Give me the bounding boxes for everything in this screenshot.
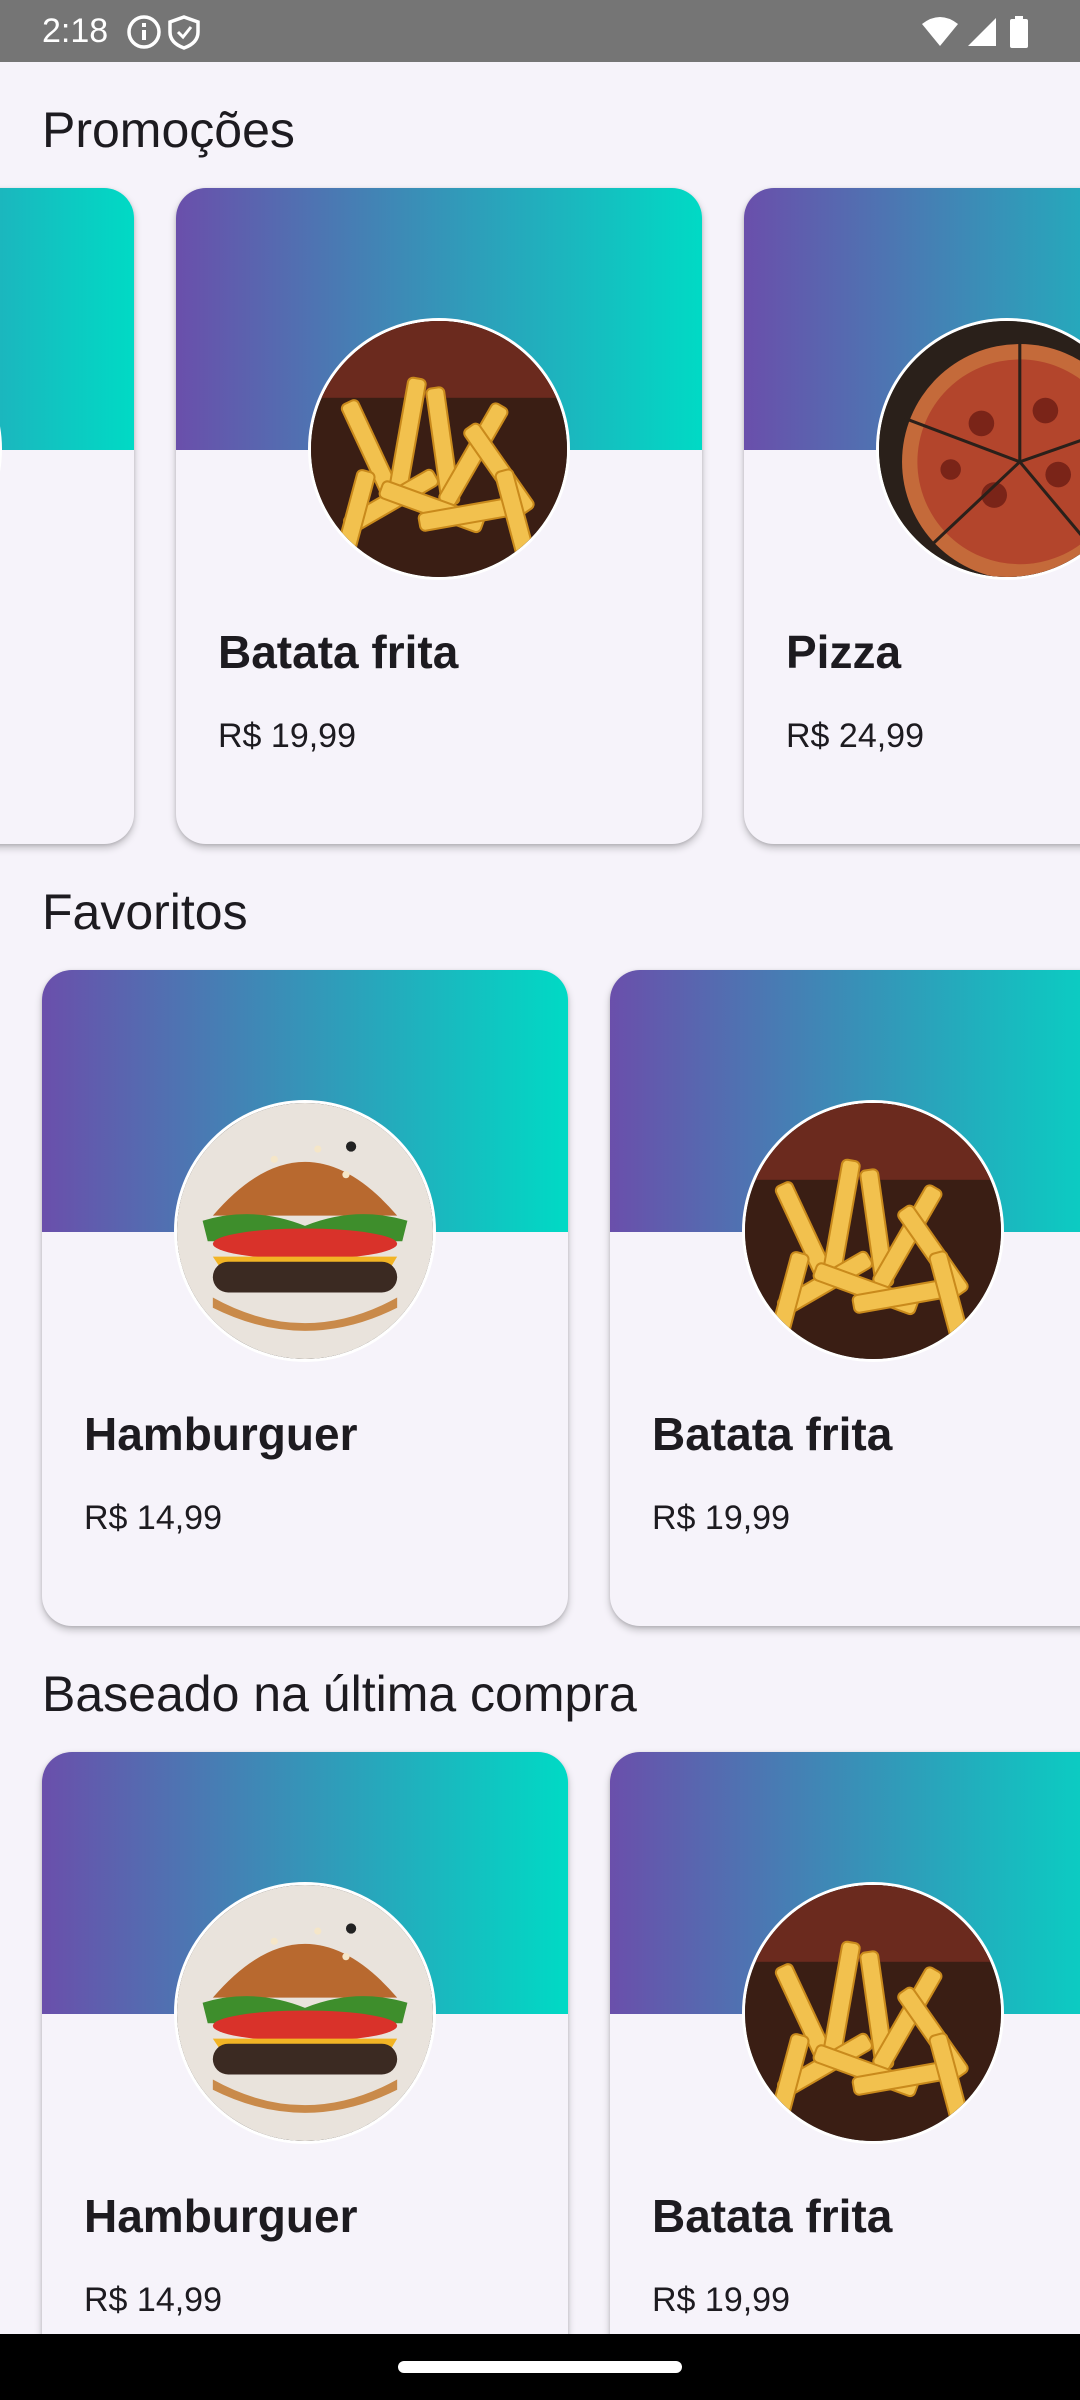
carousel-ultima-compra[interactable]: Hamburguer R$ 14,99 Batata frita R$ 19,9… — [0, 1752, 1080, 2334]
food-name: Batata frita — [218, 626, 459, 678]
food-name: Hamburguer — [84, 2190, 358, 2242]
food-photo-fries — [742, 1100, 1004, 1362]
food-name: Pizza — [786, 626, 902, 678]
status-icons-right — [920, 14, 1040, 55]
food-card[interactable]: Batata frita R$ 19,99 — [176, 188, 702, 844]
section-favoritos: Favoritos Hamburguer R$ 14,99 Batata fri… — [0, 844, 1080, 1626]
section-title: Baseado na última compra — [42, 1666, 637, 1722]
food-photo-burger — [174, 1882, 436, 2144]
food-name: Batata frita — [652, 2190, 893, 2242]
food-price: R$ 24,99 — [786, 717, 924, 755]
food-photo-fries — [742, 1882, 1004, 2144]
section-promocoes: Promoções Batata frita R$ 19,99 Pizza R$… — [0, 62, 1080, 844]
section-title: Favoritos — [42, 884, 248, 940]
food-price: R$ 19,99 — [652, 2281, 790, 2319]
food-card[interactable]: Hamburguer R$ 14,99 — [42, 1752, 568, 2334]
home-scroll[interactable]: Promoções Batata frita R$ 19,99 Pizza R$… — [0, 62, 1080, 2334]
wifi-icon — [922, 17, 958, 46]
food-card[interactable]: Batata frita R$ 19,99 — [610, 970, 1080, 1626]
info-icon — [127, 15, 161, 49]
food-photo-burger — [174, 1100, 436, 1362]
food-price: R$ 19,99 — [652, 1499, 790, 1537]
food-name: Batata frita — [652, 1408, 893, 1460]
carousel-favoritos[interactable]: Hamburguer R$ 14,99 Batata frita R$ 19,9… — [0, 970, 1080, 1626]
food-card[interactable]: Batata frita R$ 19,99 — [610, 1752, 1080, 2334]
home-gesture-handle[interactable] — [398, 2361, 682, 2373]
carousel-promocoes[interactable]: Batata frita R$ 19,99 Pizza R$ 24,99 — [0, 188, 1080, 844]
food-price: R$ 14,99 — [84, 2281, 222, 2319]
food-photo-fries — [308, 318, 570, 580]
food-card[interactable]: Hamburguer R$ 14,99 — [42, 970, 568, 1626]
battery-icon — [1010, 16, 1028, 48]
food-price: R$ 14,99 — [84, 1499, 222, 1537]
section-title: Promoções — [42, 102, 295, 158]
food-price: R$ 19,99 — [218, 717, 356, 755]
signal-icon — [968, 18, 996, 46]
status-icons-left — [126, 14, 216, 55]
food-card[interactable]: Pizza R$ 24,99 — [744, 188, 1080, 844]
navigation-bar — [0, 2334, 1080, 2400]
status-bar: 2:18 — [0, 0, 1080, 62]
card-banner — [0, 188, 134, 450]
shield-icon — [168, 15, 200, 50]
food-name: Hamburguer — [84, 1408, 358, 1460]
status-time: 2:18 — [42, 12, 109, 50]
section-ultima-compra: Baseado na última compra Hamburguer R$ 1… — [0, 1626, 1080, 2334]
food-card[interactable] — [0, 188, 134, 844]
